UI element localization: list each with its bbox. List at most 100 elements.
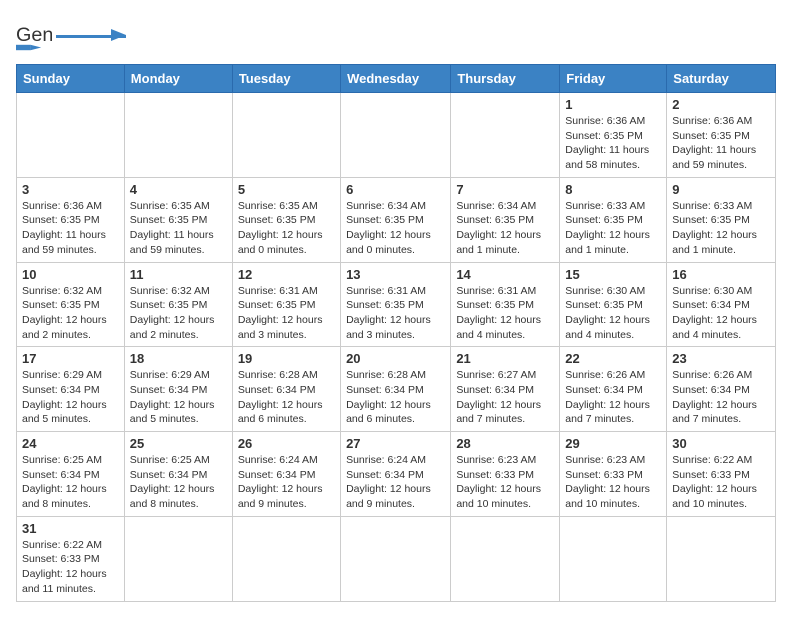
calendar-cell [232,93,340,178]
day-info: Sunrise: 6:36 AM Sunset: 6:35 PM Dayligh… [672,114,770,173]
calendar-header: SundayMondayTuesdayWednesdayThursdayFrid… [17,65,776,93]
weekday-header-monday: Monday [124,65,232,93]
calendar-cell: 13Sunrise: 6:31 AM Sunset: 6:35 PM Dayli… [341,262,451,347]
calendar-cell: 18Sunrise: 6:29 AM Sunset: 6:34 PM Dayli… [124,347,232,432]
calendar-cell [232,516,340,601]
logo: General [16,16,126,52]
day-info: Sunrise: 6:30 AM Sunset: 6:35 PM Dayligh… [565,284,661,343]
day-info: Sunrise: 6:24 AM Sunset: 6:34 PM Dayligh… [346,453,445,512]
day-number: 20 [346,351,445,366]
day-number: 27 [346,436,445,451]
calendar-cell: 8Sunrise: 6:33 AM Sunset: 6:35 PM Daylig… [560,177,667,262]
day-info: Sunrise: 6:23 AM Sunset: 6:33 PM Dayligh… [565,453,661,512]
day-number: 19 [238,351,335,366]
calendar-cell: 20 Sunrise: 6:28 AM Sunset: 6:34 PM Dayli… [341,347,451,432]
day-info: Sunrise: 6:28 AM Sunset: 6:34 PM Dayligh… [346,368,445,427]
day-info: Sunrise: 6:32 AM Sunset: 6:35 PM Dayligh… [130,284,227,343]
calendar-cell: 12 Sunrise: 6:31 AM Sunset: 6:35 PM Dayli… [232,262,340,347]
calendar-cell [560,516,667,601]
calendar-cell: 3 Sunrise: 6:36 AM Sunset: 6:35 PM Daylig… [17,177,125,262]
calendar-cell: 11 Sunrise: 6:32 AM Sunset: 6:35 PM Dayli… [124,262,232,347]
day-info: Sunrise: 6:33 AM Sunset: 6:35 PM Dayligh… [672,199,770,258]
calendar-cell: 2 Sunrise: 6:36 AM Sunset: 6:35 PM Daylig… [667,93,776,178]
day-info: Sunrise: 6:34 AM Sunset: 6:35 PM Dayligh… [346,199,445,258]
day-number: 5 [238,182,335,197]
calendar-cell: 22Sunrise: 6:26 AM Sunset: 6:34 PM Dayli… [560,347,667,432]
svg-text:General: General [16,24,52,46]
day-number: 3 [22,182,119,197]
calendar-cell: 25Sunrise: 6:25 AM Sunset: 6:34 PM Dayli… [124,432,232,517]
day-number: 10 [22,267,119,282]
calendar-cell: 19 Sunrise: 6:28 AM Sunset: 6:34 PM Dayli… [232,347,340,432]
day-info: Sunrise: 6:23 AM Sunset: 6:33 PM Dayligh… [456,453,554,512]
calendar-table: SundayMondayTuesdayWednesdayThursdayFrid… [16,64,776,602]
day-info: Sunrise: 6:33 AM Sunset: 6:35 PM Dayligh… [565,199,661,258]
weekday-header-wednesday: Wednesday [341,65,451,93]
calendar-cell: 27 Sunrise: 6:24 AM Sunset: 6:34 PM Dayli… [341,432,451,517]
day-number: 13 [346,267,445,282]
calendar-cell [341,516,451,601]
day-number: 24 [22,436,119,451]
day-info: Sunrise: 6:29 AM Sunset: 6:34 PM Dayligh… [22,368,119,427]
day-info: Sunrise: 6:35 AM Sunset: 6:35 PM Dayligh… [130,199,227,258]
calendar-cell [124,516,232,601]
day-number: 4 [130,182,227,197]
day-number: 30 [672,436,770,451]
day-number: 14 [456,267,554,282]
calendar-cell [451,93,560,178]
weekday-header-thursday: Thursday [451,65,560,93]
logo-underline-svg [56,29,126,43]
calendar-cell: 14Sunrise: 6:31 AM Sunset: 6:35 PM Dayli… [451,262,560,347]
calendar-cell: 15Sunrise: 6:30 AM Sunset: 6:35 PM Dayli… [560,262,667,347]
calendar-cell: 6 Sunrise: 6:34 AM Sunset: 6:35 PM Daylig… [341,177,451,262]
day-number: 9 [672,182,770,197]
day-info: Sunrise: 6:27 AM Sunset: 6:34 PM Dayligh… [456,368,554,427]
calendar-cell: 16 Sunrise: 6:30 AM Sunset: 6:34 PM Dayli… [667,262,776,347]
day-info: Sunrise: 6:32 AM Sunset: 6:35 PM Dayligh… [22,284,119,343]
calendar-cell: 23Sunrise: 6:26 AM Sunset: 6:34 PM Dayli… [667,347,776,432]
day-info: Sunrise: 6:22 AM Sunset: 6:33 PM Dayligh… [672,453,770,512]
day-info: Sunrise: 6:22 AM Sunset: 6:33 PM Dayligh… [22,538,119,597]
calendar-cell: 5Sunrise: 6:35 AM Sunset: 6:35 PM Daylig… [232,177,340,262]
calendar-cell: 29 Sunrise: 6:23 AM Sunset: 6:33 PM Dayli… [560,432,667,517]
day-info: Sunrise: 6:31 AM Sunset: 6:35 PM Dayligh… [238,284,335,343]
day-number: 11 [130,267,227,282]
day-number: 7 [456,182,554,197]
day-info: Sunrise: 6:30 AM Sunset: 6:34 PM Dayligh… [672,284,770,343]
day-info: Sunrise: 6:24 AM Sunset: 6:34 PM Dayligh… [238,453,335,512]
day-number: 12 [238,267,335,282]
day-number: 16 [672,267,770,282]
calendar-cell [17,93,125,178]
calendar-cell [341,93,451,178]
day-number: 23 [672,351,770,366]
day-number: 29 [565,436,661,451]
calendar-cell: 31Sunrise: 6:22 AM Sunset: 6:33 PM Dayli… [17,516,125,601]
calendar-cell: 7Sunrise: 6:34 AM Sunset: 6:35 PM Daylig… [451,177,560,262]
day-number: 26 [238,436,335,451]
day-number: 1 [565,97,661,112]
weekday-header-sunday: Sunday [17,65,125,93]
day-number: 18 [130,351,227,366]
calendar-cell [124,93,232,178]
calendar-cell: 21 Sunrise: 6:27 AM Sunset: 6:34 PM Dayli… [451,347,560,432]
day-info: Sunrise: 6:36 AM Sunset: 6:35 PM Dayligh… [22,199,119,258]
day-number: 6 [346,182,445,197]
weekday-header-saturday: Saturday [667,65,776,93]
calendar-cell: 1 Sunrise: 6:36 AM Sunset: 6:35 PM Daylig… [560,93,667,178]
day-info: Sunrise: 6:28 AM Sunset: 6:34 PM Dayligh… [238,368,335,427]
calendar-cell: 30 Sunrise: 6:22 AM Sunset: 6:33 PM Dayli… [667,432,776,517]
day-number: 2 [672,97,770,112]
calendar-cell: 17 Sunrise: 6:29 AM Sunset: 6:34 PM Dayli… [17,347,125,432]
logo-icon: General [16,16,52,52]
calendar-cell [667,516,776,601]
calendar-cell: 10 Sunrise: 6:32 AM Sunset: 6:35 PM Dayli… [17,262,125,347]
day-info: Sunrise: 6:36 AM Sunset: 6:35 PM Dayligh… [565,114,661,173]
calendar-cell: 26 Sunrise: 6:24 AM Sunset: 6:34 PM Dayli… [232,432,340,517]
weekday-header-friday: Friday [560,65,667,93]
calendar-cell [451,516,560,601]
day-number: 28 [456,436,554,451]
day-number: 17 [22,351,119,366]
day-number: 21 [456,351,554,366]
page-header: General [16,16,776,52]
calendar-cell: 4 Sunrise: 6:35 AM Sunset: 6:35 PM Daylig… [124,177,232,262]
